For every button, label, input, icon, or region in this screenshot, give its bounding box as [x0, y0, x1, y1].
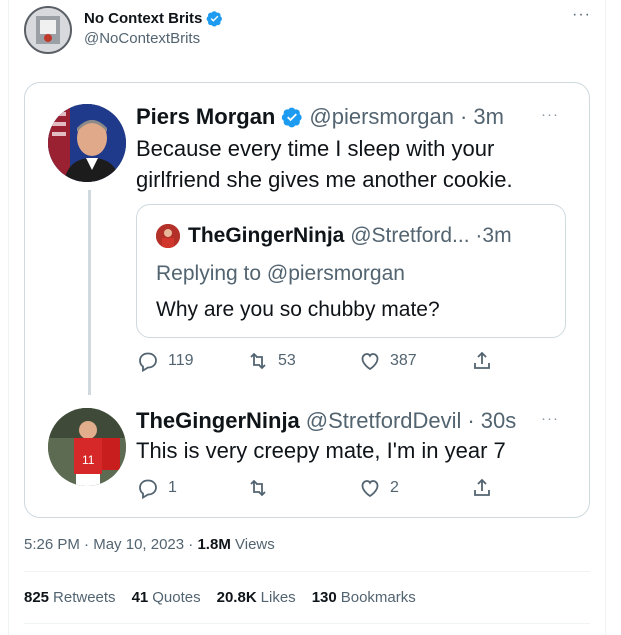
quotes-stat[interactable]: 41 Quotes: [132, 589, 201, 606]
meta-separator: ·: [188, 536, 194, 553]
reply-icon: [139, 352, 157, 373]
retweet-icon: [250, 479, 266, 497]
bookmarks-label: Bookmarks: [340, 589, 416, 606]
like-count: 387: [390, 352, 417, 369]
reply-action: 119: [136, 349, 194, 373]
quoted-tweet-name: TheGingerNinja: [188, 224, 345, 247]
thread-connector-line: [88, 190, 91, 395]
avatar-image: [48, 104, 126, 182]
ginger-ninja-avatar: 11: [48, 408, 126, 486]
main-tweet-time: 3m: [473, 104, 504, 129]
verified-badge-icon: [282, 107, 302, 128]
share-action: [470, 349, 494, 373]
author-name-text[interactable]: No Context Brits: [84, 10, 202, 27]
likes-stat[interactable]: 20.8K Likes: [217, 589, 296, 606]
reply-count: 1: [168, 479, 177, 496]
retweet-count: 53: [278, 352, 296, 369]
reply-count: 119: [168, 352, 194, 369]
reply-tweet-text: This is very creepy mate, I'm in year 7: [136, 438, 506, 463]
divider: [24, 623, 590, 624]
avatar-image: [26, 8, 70, 52]
bookmarks-count: 130: [311, 589, 337, 606]
share-icon: [474, 351, 490, 369]
meta-separator: ·: [467, 408, 475, 433]
reply-tweet-name: TheGingerNinja: [136, 408, 300, 433]
author-handle[interactable]: @NoContextBrits: [84, 30, 200, 47]
quoted-tweet-handle: @Stretford...: [350, 224, 470, 247]
verified-badge-icon: [206, 11, 223, 27]
reply-icon: [139, 479, 157, 500]
like-action: 2: [358, 476, 399, 500]
reply-tweet-time: 30s: [480, 408, 517, 433]
author-name[interactable]: No Context Brits: [84, 10, 223, 27]
main-tweet-text: Because every time I sleep with your gir…: [136, 133, 513, 195]
likes-count: 20.8K: [216, 589, 257, 606]
views-label: Views: [235, 536, 275, 553]
retweets-label: Retweets: [53, 589, 116, 606]
quoted-tweet-text: Why are you so chubby mate?: [156, 298, 440, 321]
main-tweet-text-line2: girlfriend she gives me another cookie.: [136, 167, 513, 192]
svg-text:11: 11: [82, 453, 95, 467]
like-count: 2: [390, 479, 399, 496]
views-count: 1.8M: [197, 536, 231, 553]
avatar-image: [156, 224, 180, 248]
ginger-ninja-small-avatar: [156, 224, 180, 248]
quoted-tweet-header: TheGingerNinja @Stretford... ·3m: [188, 224, 512, 248]
quoted-tweet-time: 3m: [482, 224, 512, 247]
replying-to-label: Replying to @piersmorgan: [156, 262, 405, 285]
heart-icon: [361, 353, 379, 371]
avatar-image: 11: [48, 408, 126, 486]
tweet-timestamp[interactable]: 5:26 PM · May 10, 2023 · 1.8M Views: [24, 536, 275, 553]
share-action: [470, 476, 494, 500]
more-horizontal-icon[interactable]: ···: [572, 6, 591, 24]
likes-label: Likes: [260, 589, 296, 606]
retweets-stat[interactable]: 825 Retweets: [24, 589, 116, 606]
meta-separator: ·: [84, 536, 90, 553]
heart-icon: [361, 480, 379, 498]
main-tweet-name: Piers Morgan: [136, 104, 276, 129]
reply-tweet-header: TheGingerNinja @StretfordDevil · 30s: [136, 408, 516, 434]
main-tweet-text-line1: Because every time I sleep with your: [136, 136, 495, 161]
tweet-time[interactable]: 5:26 PM: [24, 536, 80, 553]
bookmarks-stat[interactable]: 130 Bookmarks: [312, 589, 416, 606]
meta-separator: ·: [460, 104, 468, 129]
reply-action: 1: [136, 476, 177, 500]
retweet-icon: [250, 352, 266, 370]
main-tweet-handle: @piersmorgan: [309, 104, 454, 129]
retweet-action: [246, 476, 270, 500]
reply-tweet-handle: @StretfordDevil: [305, 408, 462, 433]
engagement-stats: 825 Retweets 41 Quotes 20.8K Likes 130 B…: [24, 589, 416, 606]
quotes-label: Quotes: [152, 589, 201, 606]
divider: [24, 571, 590, 572]
retweet-action: 53: [246, 349, 296, 373]
more-horizontal-icon: ···: [541, 106, 559, 123]
share-icon: [474, 478, 490, 496]
retweets-count: 825: [24, 589, 50, 606]
tweet-date[interactable]: May 10, 2023: [93, 536, 184, 553]
like-action: 387: [358, 349, 417, 373]
more-horizontal-icon: ···: [541, 410, 559, 427]
piers-morgan-avatar: [48, 104, 126, 182]
quotes-count: 41: [131, 589, 149, 606]
author-avatar[interactable]: [24, 6, 72, 54]
main-tweet-header: Piers Morgan @piersmorgan · 3m: [136, 104, 504, 130]
